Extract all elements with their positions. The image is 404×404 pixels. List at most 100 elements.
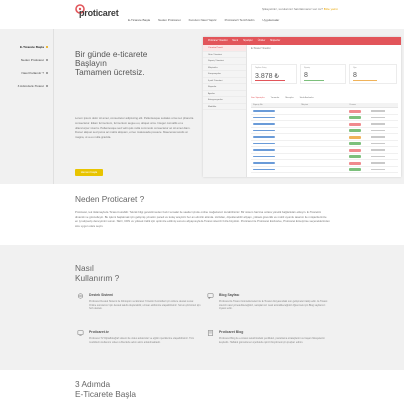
table-row[interactable] — [251, 167, 398, 173]
dashboard-menu-item[interactable]: Ürünler — [258, 40, 266, 42]
feature-text: Proticaret Blog ile e-ticaret sektöründe… — [219, 337, 325, 344]
status-badge — [349, 116, 361, 120]
order-date — [371, 136, 385, 138]
stat-card-orders: Sipariş 8 — [300, 64, 346, 84]
status-badge — [349, 148, 361, 152]
section-title-nasil: Nasıl Kullanırım ? — [75, 263, 119, 283]
step-nav: E-Ticarete Başla Neden Proticaret Nasıl Ku… — [0, 44, 50, 96]
stat-bar — [255, 80, 285, 81]
feature-title: Proticaret.tv — [89, 330, 109, 334]
dashboard-tabs: Son Siparişler Yorumlar Mesajlar Stok Azala… — [251, 97, 314, 99]
order-date — [371, 123, 385, 125]
stat-bar — [353, 80, 377, 81]
top-info-text: Şikayetiniz, sorularınız hatırlatmanız v… — [262, 7, 323, 11]
dashboard-tab[interactable]: Mesajlar — [285, 97, 293, 99]
stat-value: 3.878 ₺ — [255, 73, 279, 80]
main-nav: E-Ticarete Başla Neden Proticaret Kurulu… — [128, 18, 288, 24]
dashboard-sidebar-item[interactable]: Modüller — [203, 104, 246, 110]
order-link[interactable] — [253, 149, 275, 151]
feature-title: Proticaret Blog — [219, 330, 244, 334]
dashboard-preview: Proticaret Yönetimi Menü Siparişler Ürünler… — [203, 37, 401, 177]
dashboard-menu-item[interactable]: Müşteriler — [270, 40, 280, 42]
tv-icon — [77, 330, 84, 336]
hero-description: Lorem ipsum dolor sit amet, consectetur … — [75, 116, 194, 140]
order-link[interactable] — [253, 142, 275, 145]
table-column-header: Müşteri — [301, 104, 309, 106]
section-title-line: E-Ticarete Başla — [75, 389, 137, 399]
order-date — [371, 110, 385, 112]
dashboard-tab[interactable]: Son Siparişler — [251, 97, 265, 99]
status-badge — [349, 122, 361, 126]
step-nav-divider — [53, 29, 54, 184]
order-link[interactable] — [253, 136, 275, 138]
dashboard-breadcrumb: E-Ticaret Yönetimi — [251, 47, 271, 50]
nasil-section: Nasıl Kullanırım ? Destek Sistemi Protic… — [0, 245, 404, 370]
dashboard-tab[interactable]: Yorumlar — [271, 97, 280, 99]
order-date — [371, 168, 385, 171]
section-title-line: 3 Adımda — [75, 379, 111, 389]
order-date — [371, 142, 385, 145]
dashboard-menu-item[interactable]: Menü — [232, 40, 238, 42]
stat-label: Sipariş — [304, 67, 311, 69]
section-title-adim: 3 Adımda E-Ticarete Başla — [75, 379, 136, 399]
order-date — [371, 129, 385, 132]
nav-item-tercih-edin[interactable]: Proticaret'i Tercih Edin — [225, 18, 255, 24]
status-badge — [349, 129, 361, 133]
start-now-button[interactable]: Hemen başla — [75, 169, 103, 176]
step-nav-item[interactable]: Neden Proticaret — [0, 57, 50, 70]
top-info-link[interactable]: Bize yazın — [324, 7, 338, 11]
status-badge — [349, 142, 361, 146]
order-date — [371, 116, 385, 119]
step-dot-icon — [46, 59, 48, 61]
section-title-line: Nasıl — [75, 263, 94, 273]
support-icon — [77, 293, 84, 299]
order-link[interactable] — [253, 155, 275, 158]
order-date — [371, 149, 385, 151]
feature-title: Blog Sayfası — [219, 293, 240, 297]
order-link[interactable] — [253, 123, 275, 125]
logo-text: proticaret — [79, 8, 119, 18]
dashboard-menu-item[interactable]: Siparişler — [243, 40, 253, 42]
section-title-line: Kullanırım ? — [75, 273, 120, 283]
orders-table: Sipariş No Müşteri Durum — [251, 103, 398, 173]
nav-item-uygulamalar[interactable]: Uygulamalar — [262, 18, 279, 24]
step-nav-item[interactable]: E-Ticarete Başla — [0, 44, 50, 57]
feature-title: Destek Sistemi — [89, 293, 114, 297]
order-date — [371, 155, 385, 158]
order-link[interactable] — [253, 162, 275, 164]
feature-text: Proticaret E-Ticaret Güncellemeleri ile … — [219, 300, 328, 311]
step-nav-label: 3 Adımda E-Ticaret — [17, 84, 44, 88]
order-date — [371, 162, 385, 164]
order-link[interactable] — [253, 129, 275, 132]
status-badge — [349, 135, 361, 139]
status-badge — [349, 161, 361, 165]
hero-title: Bir günde e-ticarete Başlayın Tamamen üc… — [75, 49, 185, 78]
step-nav-label: Nasıl Kullanılır ? — [21, 71, 44, 75]
top-info: Şikayetiniz, sorularınız hatırlatmanız v… — [262, 7, 338, 11]
stat-value: 8 — [304, 72, 308, 79]
status-badge — [349, 168, 361, 172]
dashboard-tab[interactable]: Stok Azalanlar — [300, 97, 314, 99]
dashboard-sidebar: Yönetim Paneli Ürün Yönetimi Sipariş Yönet… — [203, 45, 247, 177]
table-column-header: Durum — [349, 104, 356, 106]
stat-card-members: Üye 8 — [349, 64, 397, 84]
table-column-header: Sipariş No — [253, 104, 263, 106]
stat-bar — [304, 80, 324, 81]
logo[interactable]: proticaret — [75, 4, 119, 20]
step-nav-item[interactable]: 3 Adımda E-Ticaret — [0, 83, 50, 96]
nav-item-kurulum[interactable]: Kurulum Nasıl Yapılır — [189, 18, 217, 24]
step-dot-icon — [46, 46, 48, 48]
step-nav-item[interactable]: Nasıl Kullanılır ? — [0, 70, 50, 83]
status-badge — [349, 109, 361, 113]
order-link[interactable] — [253, 168, 275, 171]
order-link[interactable] — [253, 110, 275, 112]
nav-item-neden-proticaret[interactable]: Neden Proticaret — [158, 18, 181, 24]
dashboard-menu-item[interactable]: Proticaret Yönetimi — [208, 40, 227, 42]
stat-label: Toplam Satış — [255, 67, 267, 69]
nav-item-eticarete-basla[interactable]: E-Ticarete Başla — [128, 18, 150, 24]
chat-icon — [207, 293, 214, 299]
order-link[interactable] — [253, 116, 275, 119]
stat-value: 8 — [353, 72, 357, 79]
feature-text: Proticaret.TV Dijitalfotoğraf sistemi il… — [89, 337, 195, 344]
section-text-neden: Proticaret, tek tıklamayla E-Ticaret kur… — [75, 210, 330, 228]
